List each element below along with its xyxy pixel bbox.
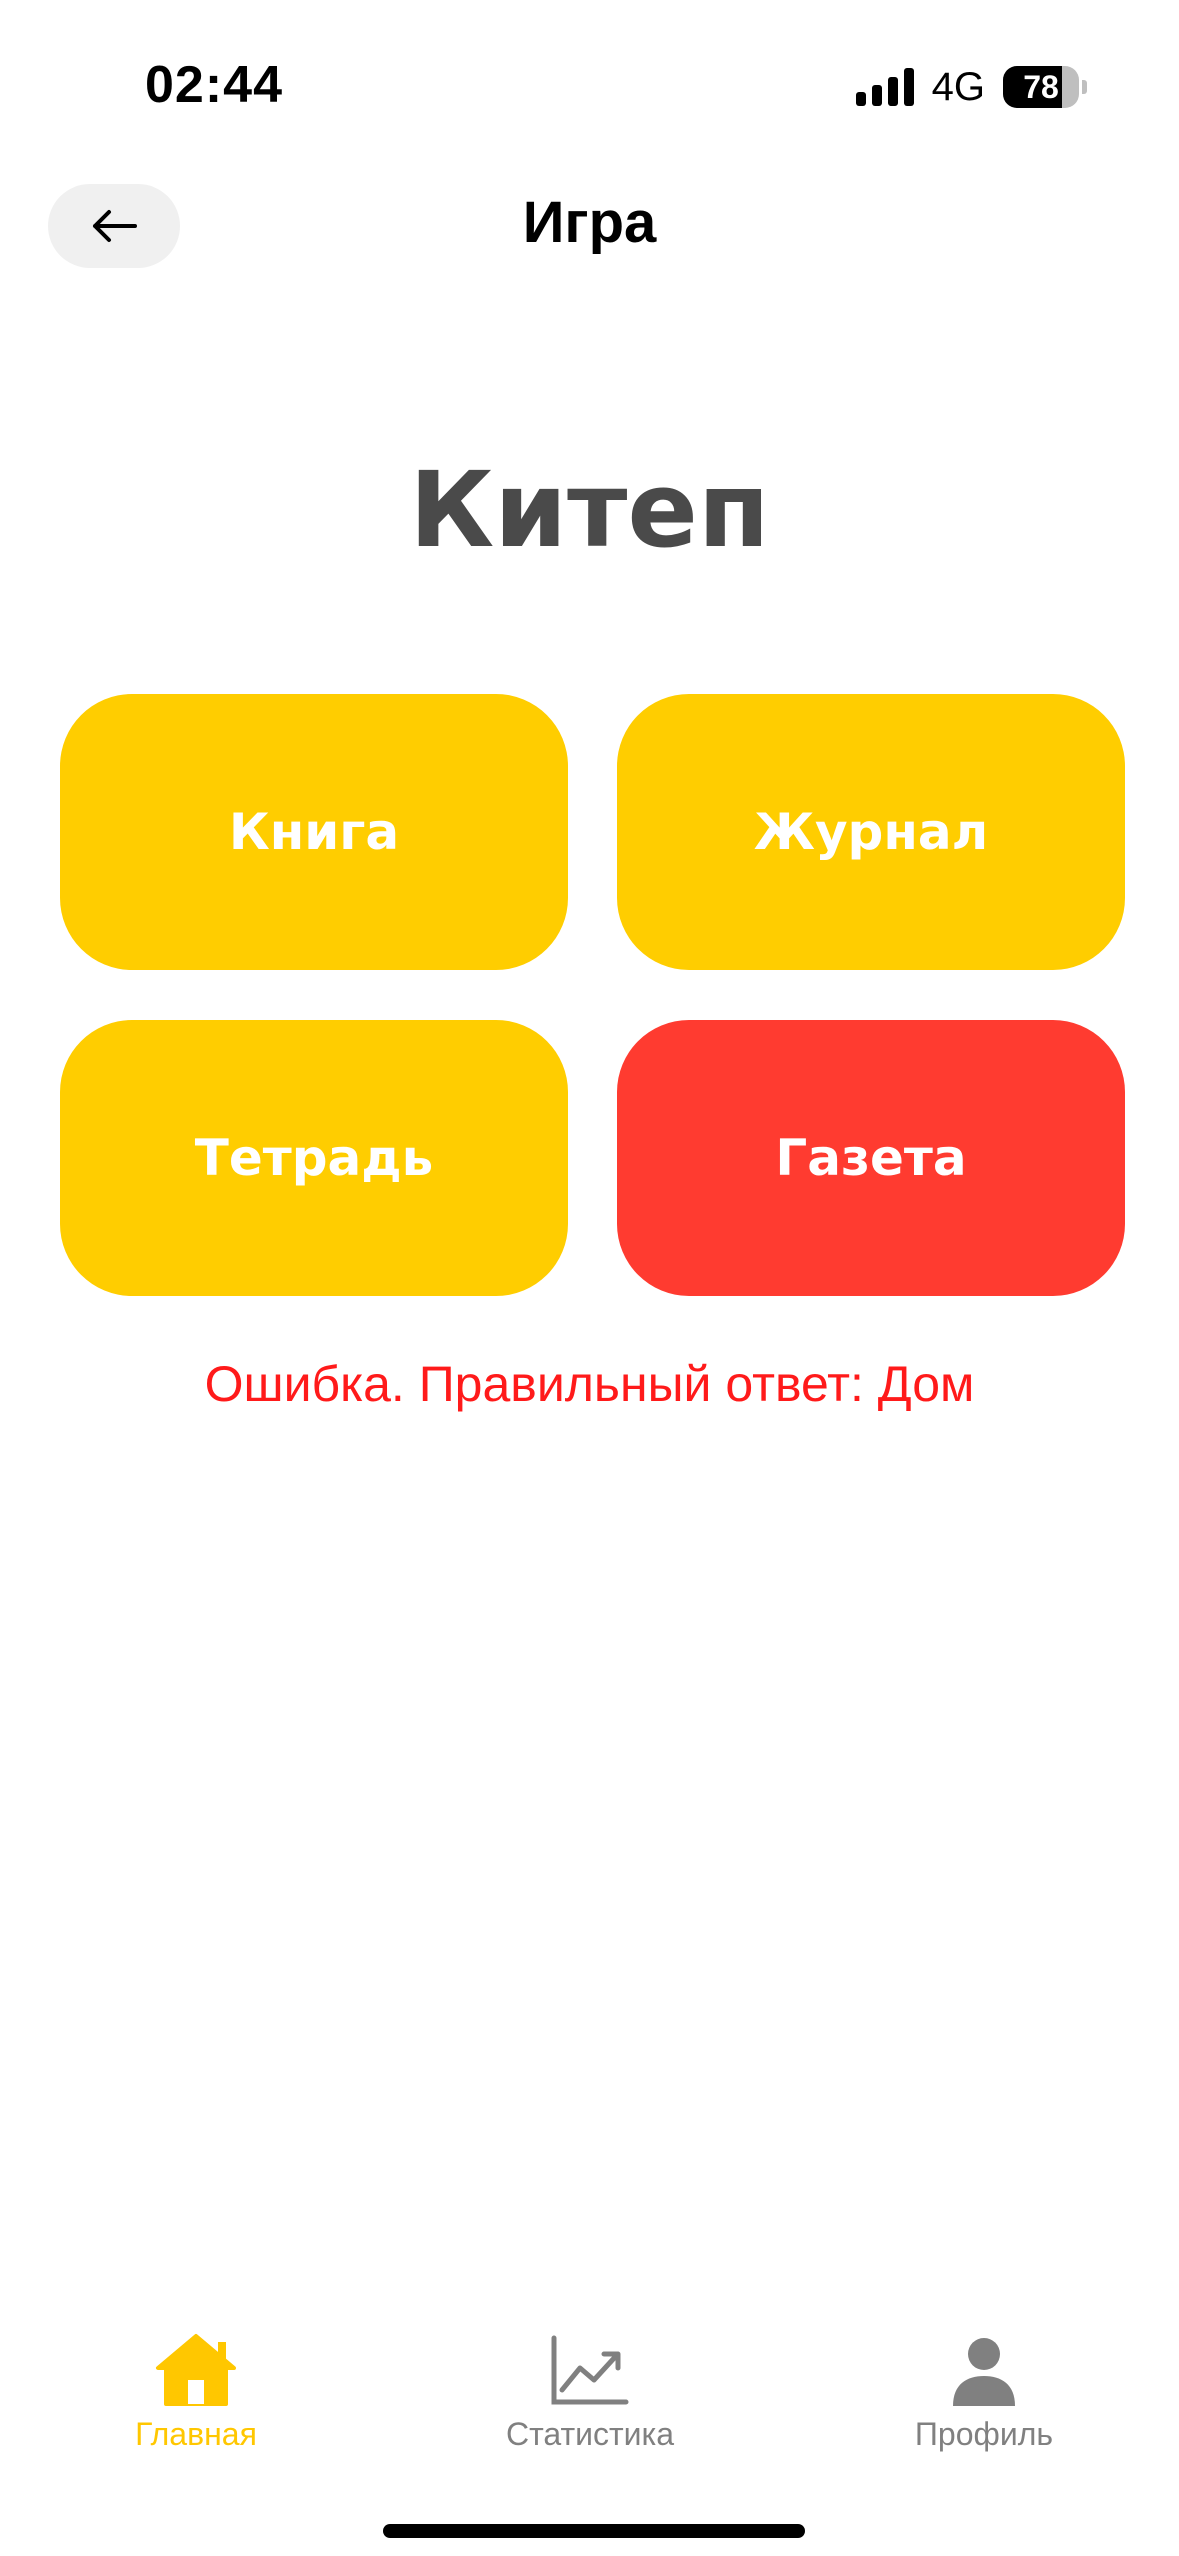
question-word: Китеп — [409, 449, 770, 571]
status-time: 02:44 — [145, 56, 283, 114]
status-indicators: 4G 78 — [855, 62, 1087, 112]
answer-option-1[interactable]: Книга — [60, 694, 568, 970]
tab-home[interactable]: Главная — [46, 2330, 346, 2453]
tab-statistics[interactable]: Статистика — [440, 2330, 740, 2453]
tab-profile-label: Профиль — [914, 2416, 1054, 2452]
answer-option-2[interactable]: Журнал — [617, 694, 1125, 970]
tab-statistics-label: Статистика — [505, 2416, 675, 2452]
tab-profile[interactable]: Профиль — [834, 2330, 1134, 2453]
feedback-message: Ошибка. Правильный ответ: Дом — [204, 1356, 975, 1412]
page-title: Игра — [522, 190, 657, 255]
person-icon — [953, 2338, 1015, 2406]
home-indicator — [383, 2524, 805, 2538]
answer-option-4[interactable]: Газета — [617, 1020, 1125, 1296]
chart-icon — [551, 2335, 629, 2405]
battery-icon: 78 — [1003, 66, 1087, 108]
answer-option-3[interactable]: Тетрадь — [60, 1020, 568, 1296]
cellular-signal-icon — [855, 68, 914, 106]
battery-percent: 78 — [1023, 68, 1059, 105]
tab-home-label: Главная — [135, 2416, 257, 2452]
home-icon — [156, 2334, 236, 2406]
network-type: 4G — [931, 64, 985, 109]
